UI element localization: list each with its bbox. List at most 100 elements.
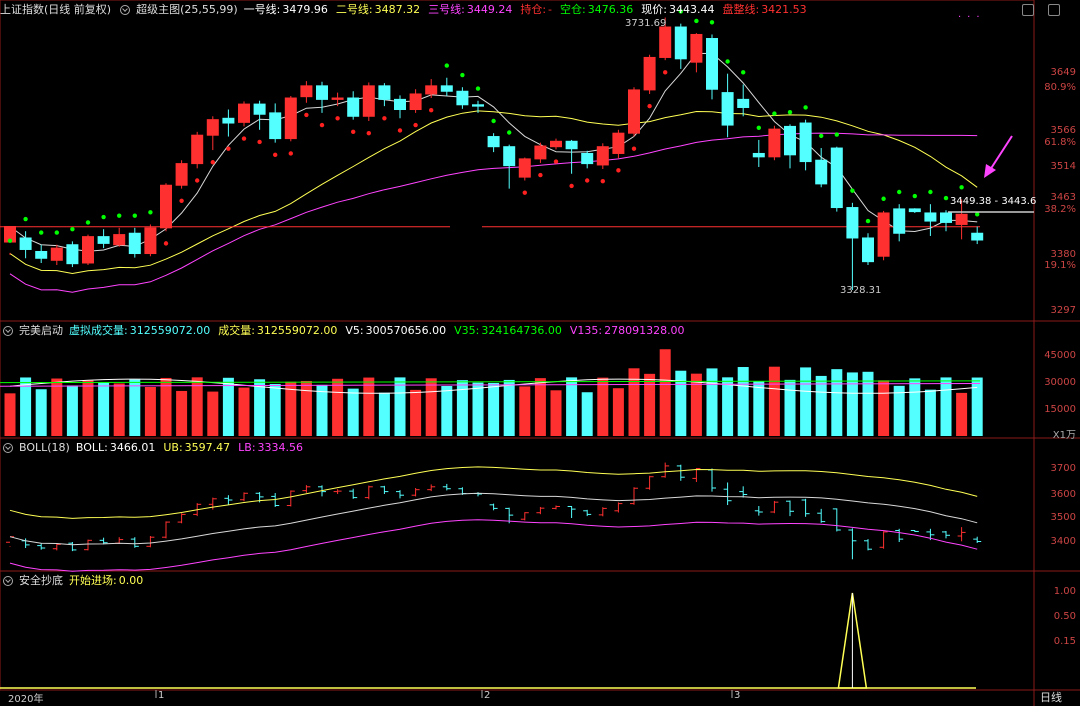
indicator-field: 二号线:: [335, 3, 373, 16]
sar-dot: [694, 18, 699, 24]
indicator-menu-icon[interactable]: [3, 326, 13, 336]
candle-body: [347, 97, 360, 117]
main-axis-label: 80.9%: [1044, 82, 1076, 93]
volume-bar: [831, 369, 843, 436]
main-panel-header: 上证指数(日线 前复权) 超级主图(25,55,99) 一号线: 3479.96 二…: [0, 2, 815, 18]
volume-bar: [410, 389, 422, 436]
boll-upper-line: [9, 466, 978, 519]
candle-body: [612, 132, 625, 154]
indicator-field-value: 278091328.00: [604, 324, 685, 337]
candle-body: [144, 227, 157, 255]
candle-body: [113, 234, 126, 246]
candle-body: [300, 85, 313, 98]
volume-bar: [66, 385, 78, 436]
candle-body: [238, 103, 250, 123]
window-button-icon[interactable]: [1022, 4, 1034, 16]
panel-frame: [0, 0, 1035, 691]
volume-bar: [628, 368, 640, 436]
signal-arrow-icon: [989, 135, 1013, 171]
indicator-field: 盘整线:: [722, 3, 760, 16]
sar-dot: [616, 168, 621, 173]
indicator-menu-icon[interactable]: [3, 576, 13, 586]
indicator-menu-icon[interactable]: [120, 5, 131, 15]
volume-bar: [98, 382, 110, 436]
sar-dot: [975, 212, 980, 217]
sar-dot: [351, 129, 356, 135]
candle-body: [487, 136, 500, 148]
boll-mid-line: [9, 492, 978, 546]
volume-unit-label: X1万: [1052, 430, 1076, 441]
sar-dot: [507, 130, 512, 135]
candle-body: [160, 184, 172, 229]
candle-body: [815, 159, 828, 185]
boll-indicator-name[interactable]: BOLL(18): [19, 440, 70, 456]
bottom-axis-label: 0.15: [1053, 636, 1076, 647]
bottom-axis-label: 0.50: [1053, 611, 1076, 622]
more-dots-icon[interactable]: ···: [958, 12, 986, 23]
indicator-field: 一号线:: [243, 3, 281, 16]
volume-bar: [363, 377, 375, 436]
volume-indicator-name[interactable]: 完美启动: [19, 323, 63, 339]
candle-body: [253, 103, 266, 115]
window-button-icon[interactable]: [1048, 4, 1060, 16]
sar-dot: [600, 178, 605, 184]
sar-dot: [413, 122, 418, 128]
volume-panel-header: 完美启动 虚拟成交量: 312559072.00 成交量: 312559072.00 V…: [0, 323, 693, 339]
sar-dot: [709, 20, 715, 25]
sar-dot: [569, 183, 574, 189]
sar-dot: [257, 139, 262, 145]
sar-dot: [585, 178, 590, 183]
sar-dot: [382, 116, 387, 121]
boll-indicator-values: BOLL: 3466.01 UB: 3597.47 LB: 3334.56: [76, 440, 311, 456]
volume-bar: [82, 380, 94, 436]
main-axis-label: 3649: [1050, 67, 1076, 78]
volume-bar: [753, 381, 765, 436]
candle-body: [784, 125, 796, 156]
volume-axis-label: 45000: [1044, 350, 1076, 361]
candle-body: [799, 122, 812, 163]
candle-body: [394, 98, 406, 111]
boll-axis-label: 3500: [1050, 512, 1076, 523]
volume-axis-label: 15000: [1044, 404, 1076, 415]
volume-bar: [768, 366, 780, 436]
candle-body: [893, 208, 906, 234]
sar-dot: [491, 118, 496, 124]
volume-bar: [690, 373, 702, 436]
sar-dot: [335, 116, 340, 121]
candle-body: [35, 251, 48, 259]
sar-dot: [273, 152, 278, 158]
kline-chart[interactable]: [0, 0, 1080, 706]
main-axis-label: 19.1%: [1044, 260, 1076, 271]
sar-dot: [803, 105, 808, 110]
volume-bar: [550, 390, 562, 436]
volume-bar: [488, 382, 500, 436]
sar-dot: [85, 220, 91, 225]
volume-bar: [113, 383, 125, 436]
volume-indicator-values: 虚拟成交量: 312559072.00 成交量: 312559072.00 V5: 300…: [69, 323, 693, 339]
candle-body: [846, 207, 859, 239]
candle-body: [737, 98, 750, 108]
bottom-indicator-name[interactable]: 安全抄底: [19, 573, 63, 589]
indicator-field: 成交量:: [218, 324, 255, 337]
sar-dot: [725, 59, 730, 64]
candle-body: [534, 145, 547, 160]
sar-dot: [429, 107, 434, 113]
volume-bar: [456, 380, 468, 436]
candle-body: [830, 147, 843, 209]
candle-body: [908, 208, 921, 213]
sar-dot: [288, 151, 293, 156]
candle-body: [768, 128, 781, 158]
sar-dot: [881, 196, 886, 201]
period-tab[interactable]: 日线: [1040, 689, 1062, 705]
indicator-field-value: 3421.53: [761, 3, 807, 16]
candle-body: [940, 212, 952, 223]
main-axis-label: 3566: [1050, 125, 1076, 136]
main-indicator-name[interactable]: 超级主图(25,55,99): [136, 2, 238, 18]
indicator-menu-icon[interactable]: [3, 443, 13, 453]
volume-bar: [441, 386, 453, 436]
indicator-field-value: 3476.36: [587, 3, 634, 16]
sar-dot: [538, 172, 543, 178]
candle-body: [191, 134, 204, 165]
boll-lower-line: [9, 519, 978, 572]
volume-bar: [316, 384, 328, 436]
